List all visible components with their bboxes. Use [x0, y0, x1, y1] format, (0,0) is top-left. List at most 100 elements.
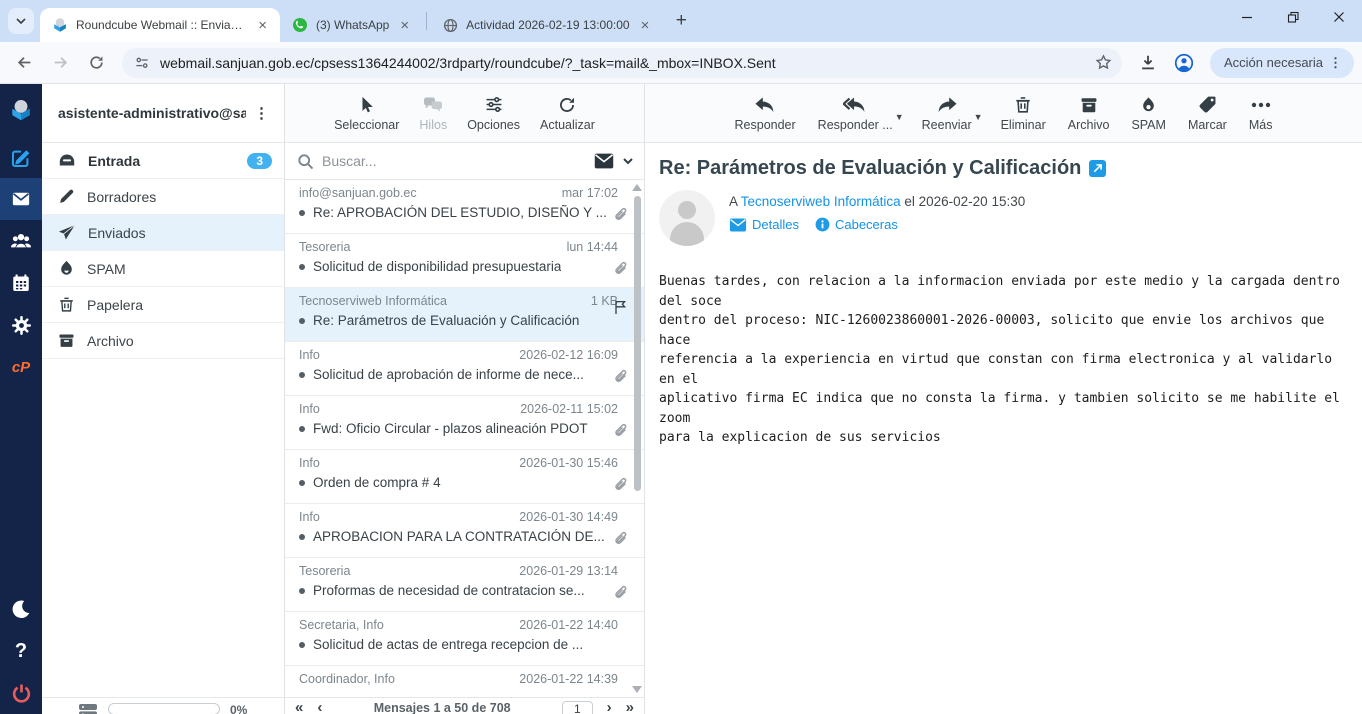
folder-drafts[interactable]: Borradores: [42, 179, 284, 215]
last-page-button[interactable]: »: [626, 701, 634, 714]
message-row[interactable]: Info2026-02-12 16:09 Solicitud de aproba…: [285, 342, 644, 396]
message-row[interactable]: Tesoreria2026-01-29 13:14 Proformas de n…: [285, 558, 644, 612]
search-scope-mail-icon[interactable]: [594, 153, 614, 169]
delete-button[interactable]: Eliminar: [995, 91, 1052, 136]
dark-mode-icon[interactable]: [0, 588, 42, 630]
list-scrollbar[interactable]: [631, 180, 644, 697]
site-settings-icon[interactable]: [134, 55, 150, 71]
message-row[interactable]: Secretaria, Info2026-01-22 14:40 Solicit…: [285, 612, 644, 666]
message-row[interactable]: Info2026-01-30 15:46 Orden de compra # 4: [285, 450, 644, 504]
next-page-button[interactable]: ›: [607, 701, 612, 714]
attachment-icon: [613, 261, 628, 277]
calendar-nav-icon[interactable]: [0, 262, 42, 304]
new-tab-button[interactable]: +: [668, 8, 694, 34]
message-rows: info@sanjuan.gob.ecmar 17:02 Re: APROBAC…: [285, 180, 644, 697]
headers-button[interactable]: Cabeceras: [815, 217, 898, 232]
window-controls: [1224, 0, 1362, 34]
recipient-link[interactable]: Tecnoserviweb Informática: [741, 194, 901, 209]
message-row[interactable]: Coordinador, Info2026-01-22 14:39: [285, 666, 644, 697]
account-menu-icon[interactable]: ⋮: [246, 104, 278, 122]
subject: APROBACION PARA LA CONTRATACIÓN DE...: [313, 529, 605, 544]
folder-panel: asistente-administrativo@sa... ⋮ Entrada…: [42, 84, 285, 714]
archive-icon: [58, 332, 75, 349]
options-sliders-icon: [485, 95, 503, 115]
scrollbar-thumb[interactable]: [634, 196, 641, 491]
reload-button[interactable]: [80, 47, 112, 79]
forward-button[interactable]: [44, 47, 76, 79]
bookmark-star-icon[interactable]: [1095, 54, 1112, 71]
scroll-down-icon[interactable]: [632, 686, 642, 693]
url-text[interactable]: webmail.sanjuan.gob.ec/cpsess1364244002/…: [160, 55, 1085, 71]
tab-whatsapp[interactable]: (3) WhatsApp ×: [280, 8, 422, 42]
logout-power-icon[interactable]: [0, 672, 42, 714]
flag-icon[interactable]: [613, 299, 628, 315]
message-row[interactable]: info@sanjuan.gob.ecmar 17:02 Re: APROBAC…: [285, 180, 644, 234]
folder-trash[interactable]: Papelera: [42, 287, 284, 323]
select-button[interactable]: Seleccionar: [328, 91, 405, 136]
message-row[interactable]: Tesorerialun 14:44 Solicitud de disponib…: [285, 234, 644, 288]
date: 2026-02-12 16:09: [519, 348, 618, 362]
quota-bar: 0%: [42, 697, 284, 714]
cpanel-icon[interactable]: cP: [0, 346, 42, 388]
forward-menu-icon[interactable]: ▼: [974, 112, 983, 122]
subject: Re: APROBACIÓN DEL ESTUDIO, DISEÑO Y ...: [313, 205, 607, 220]
options-button[interactable]: Opciones: [461, 91, 526, 136]
settings-gear-icon[interactable]: [0, 304, 42, 346]
folder-archive[interactable]: Archivo: [42, 323, 284, 359]
folder-spam[interactable]: SPAM: [42, 251, 284, 287]
compose-icon[interactable]: [0, 136, 42, 178]
tab-roundcube[interactable]: Roundcube Webmail :: Enviados ×: [40, 8, 280, 42]
message-toolbar: Responder Responder ... ▼: [645, 84, 1362, 143]
browser-menu-icon[interactable]: ⋮: [1323, 55, 1348, 71]
search-input[interactable]: [322, 153, 586, 169]
date: 2026-01-30 15:46: [519, 456, 618, 470]
contacts-nav-icon[interactable]: [0, 220, 42, 262]
message-row-selected[interactable]: Tecnoserviweb Informática1 KB Re: Paráme…: [285, 288, 644, 342]
reply-button[interactable]: Responder: [729, 91, 802, 136]
reply-all-menu-icon[interactable]: ▼: [895, 112, 904, 122]
tab-actividad[interactable]: Actividad 2026-02-19 13:00:00 ×: [431, 8, 662, 42]
folder-inbox[interactable]: Entrada 3: [42, 143, 284, 179]
tab-close-icon[interactable]: ×: [397, 17, 412, 34]
first-page-button[interactable]: «: [295, 701, 303, 714]
close-window-button[interactable]: [1316, 0, 1362, 34]
attachment-icon: [613, 423, 628, 439]
url-bar[interactable]: webmail.sanjuan.gob.ec/cpsess1364244002/…: [122, 48, 1122, 78]
more-button[interactable]: Más: [1243, 91, 1279, 136]
profile-button[interactable]: [1168, 47, 1200, 79]
minimize-button[interactable]: [1224, 0, 1270, 34]
tab-close-icon[interactable]: ×: [638, 17, 653, 34]
folder-sent[interactable]: Enviados: [42, 215, 284, 251]
action-required-button[interactable]: Acción necesaria ⋮: [1210, 48, 1354, 78]
globe-favicon: [443, 18, 458, 33]
message-row[interactable]: Info2026-01-30 14:49 APROBACION PARA LA …: [285, 504, 644, 558]
help-icon[interactable]: ?: [0, 630, 42, 672]
back-button[interactable]: [8, 47, 40, 79]
account-email: asistente-administrativo@sa...: [58, 105, 246, 121]
threads-button[interactable]: Hilos: [413, 91, 453, 136]
sender: Secretaria, Info: [299, 618, 384, 632]
mark-button[interactable]: Marcar: [1182, 91, 1233, 136]
tab-search-button[interactable]: [8, 8, 34, 34]
open-in-new-window-icon[interactable]: [1089, 160, 1106, 177]
downloads-button[interactable]: [1132, 47, 1164, 79]
mail-nav-icon[interactable]: [0, 178, 42, 220]
scroll-up-icon[interactable]: [632, 184, 642, 191]
folder-label: Papelera: [87, 297, 272, 313]
search-options-chevron-icon[interactable]: [622, 155, 634, 167]
forward-button[interactable]: Reenviar: [916, 91, 978, 136]
message-row[interactable]: Info2026-02-11 15:02 Fwd: Oficio Circula…: [285, 396, 644, 450]
prev-page-button[interactable]: ‹: [317, 701, 322, 714]
archive-button[interactable]: Archivo: [1062, 91, 1116, 136]
tab-close-icon[interactable]: ×: [255, 17, 270, 34]
restore-button[interactable]: [1270, 0, 1316, 34]
unread-badge: 3: [247, 153, 272, 169]
spam-button[interactable]: SPAM: [1125, 91, 1172, 136]
reply-all-button[interactable]: Responder ...: [812, 91, 899, 136]
refresh-button[interactable]: Actualizar: [534, 91, 601, 136]
page-number-input[interactable]: 1: [562, 701, 593, 714]
threads-icon: [423, 95, 443, 115]
details-button[interactable]: Detalles: [729, 217, 799, 232]
subject: Orden de compra # 4: [313, 475, 441, 490]
details-envelope-icon: [729, 218, 747, 232]
